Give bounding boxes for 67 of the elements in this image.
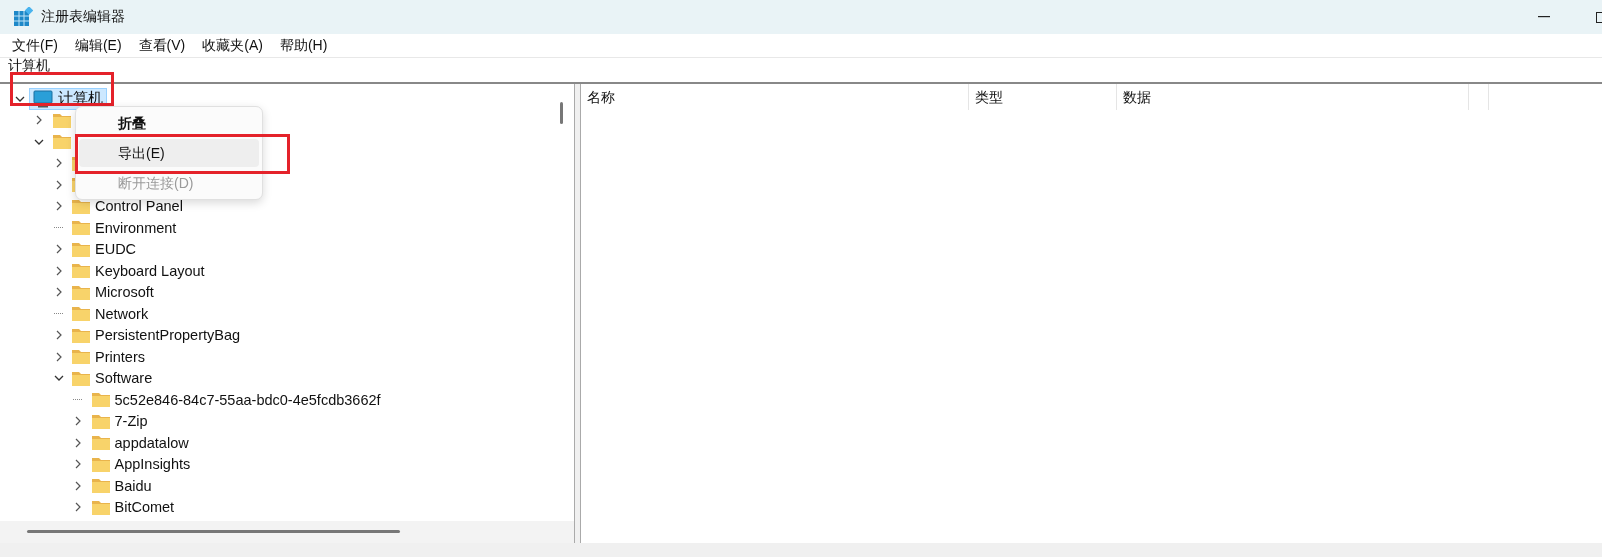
collapse-chevron-icon[interactable]: [14, 95, 25, 102]
expand-chevron-icon[interactable]: [55, 158, 62, 169]
scrollbar-thumb[interactable]: [560, 102, 563, 124]
collapse-chevron-icon[interactable]: [53, 375, 64, 382]
tree-node[interactable]: Printers: [68, 345, 149, 368]
column-header[interactable]: 类型: [969, 84, 1117, 110]
tree-node[interactable]: Microsoft: [68, 281, 158, 304]
folder-icon: [72, 349, 90, 365]
menu-item[interactable]: 导出(E): [79, 139, 259, 167]
folder-icon: [72, 263, 90, 279]
tree-node[interactable]: BitComet: [87, 496, 179, 519]
folder-icon: [52, 134, 71, 150]
folder-icon: [91, 435, 110, 451]
tree-node[interactable]: EUDC: [68, 238, 141, 261]
window-title: 注册表编辑器: [41, 8, 125, 26]
folder-icon: [72, 306, 90, 322]
expand-chevron-icon[interactable]: [75, 416, 81, 427]
scrollbar-thumb[interactable]: [27, 530, 400, 533]
tree-node[interactable]: PersistentPropertyBag: [68, 324, 245, 347]
expand-chevron-icon[interactable]: [55, 265, 62, 276]
maximize-icon[interactable]: [1596, 11, 1602, 23]
folder-icon: [72, 198, 90, 214]
expand-chevron-icon[interactable]: [55, 244, 62, 255]
menu-item[interactable]: 折叠: [79, 109, 259, 137]
folder-icon: [72, 220, 90, 236]
folder-icon: [91, 392, 110, 408]
tree-node[interactable]: 7-Zip: [87, 410, 152, 433]
address-bar[interactable]: 计算机: [0, 57, 1602, 82]
tree-node[interactable]: AppInsights: [87, 453, 195, 476]
folder-icon: [72, 327, 90, 343]
expand-chevron-icon[interactable]: [55, 287, 62, 298]
folder-icon: [91, 456, 110, 472]
expand-chevron-icon[interactable]: [55, 351, 62, 362]
expand-chevron-icon[interactable]: [75, 480, 81, 491]
collapse-chevron-icon[interactable]: [34, 138, 44, 145]
minimize-icon[interactable]: [1538, 16, 1550, 18]
menu-item[interactable]: 帮助(H): [279, 36, 328, 55]
folder-icon: [72, 241, 90, 257]
expand-chevron-icon[interactable]: [55, 179, 62, 190]
folder-icon: [91, 478, 110, 494]
registry-editor-icon: [13, 7, 33, 27]
menu-item[interactable]: 文件(F): [12, 36, 58, 55]
column-header[interactable]: 数据: [1117, 84, 1469, 110]
expand-chevron-icon[interactable]: [36, 115, 42, 126]
folder-icon: [52, 112, 71, 128]
menu-item[interactable]: 收藏夹(A): [202, 36, 263, 55]
tree-node[interactable]: Environment: [68, 216, 181, 239]
expand-chevron-icon[interactable]: [75, 437, 81, 448]
expand-chevron-icon[interactable]: [75, 502, 81, 513]
tree-node[interactable]: Baidu: [87, 474, 156, 497]
menu-item[interactable]: 编辑(E): [74, 36, 122, 55]
folder-icon: [72, 284, 90, 300]
folder-icon: [91, 413, 110, 429]
folder-icon: [91, 499, 110, 515]
expand-chevron-icon[interactable]: [55, 201, 62, 212]
tree-node[interactable]: 5c52e846-84c7-55aa-bdc0-4e5fcdb3662f: [87, 388, 385, 411]
tree-node[interactable]: Keyboard Layout: [68, 259, 209, 282]
tree-node[interactable]: appdatalow: [87, 431, 193, 454]
expand-chevron-icon[interactable]: [75, 459, 81, 470]
expand-chevron-icon[interactable]: [55, 330, 62, 341]
column-header[interactable]: 名称: [581, 84, 969, 110]
tree-node[interactable]: Control Panel: [68, 195, 187, 218]
tree-node[interactable]: Software: [68, 367, 157, 390]
folder-icon: [72, 370, 90, 386]
tree-node[interactable]: Network: [68, 302, 153, 325]
computer-icon: [33, 89, 53, 108]
menu-item[interactable]: 查看(V): [138, 36, 186, 55]
